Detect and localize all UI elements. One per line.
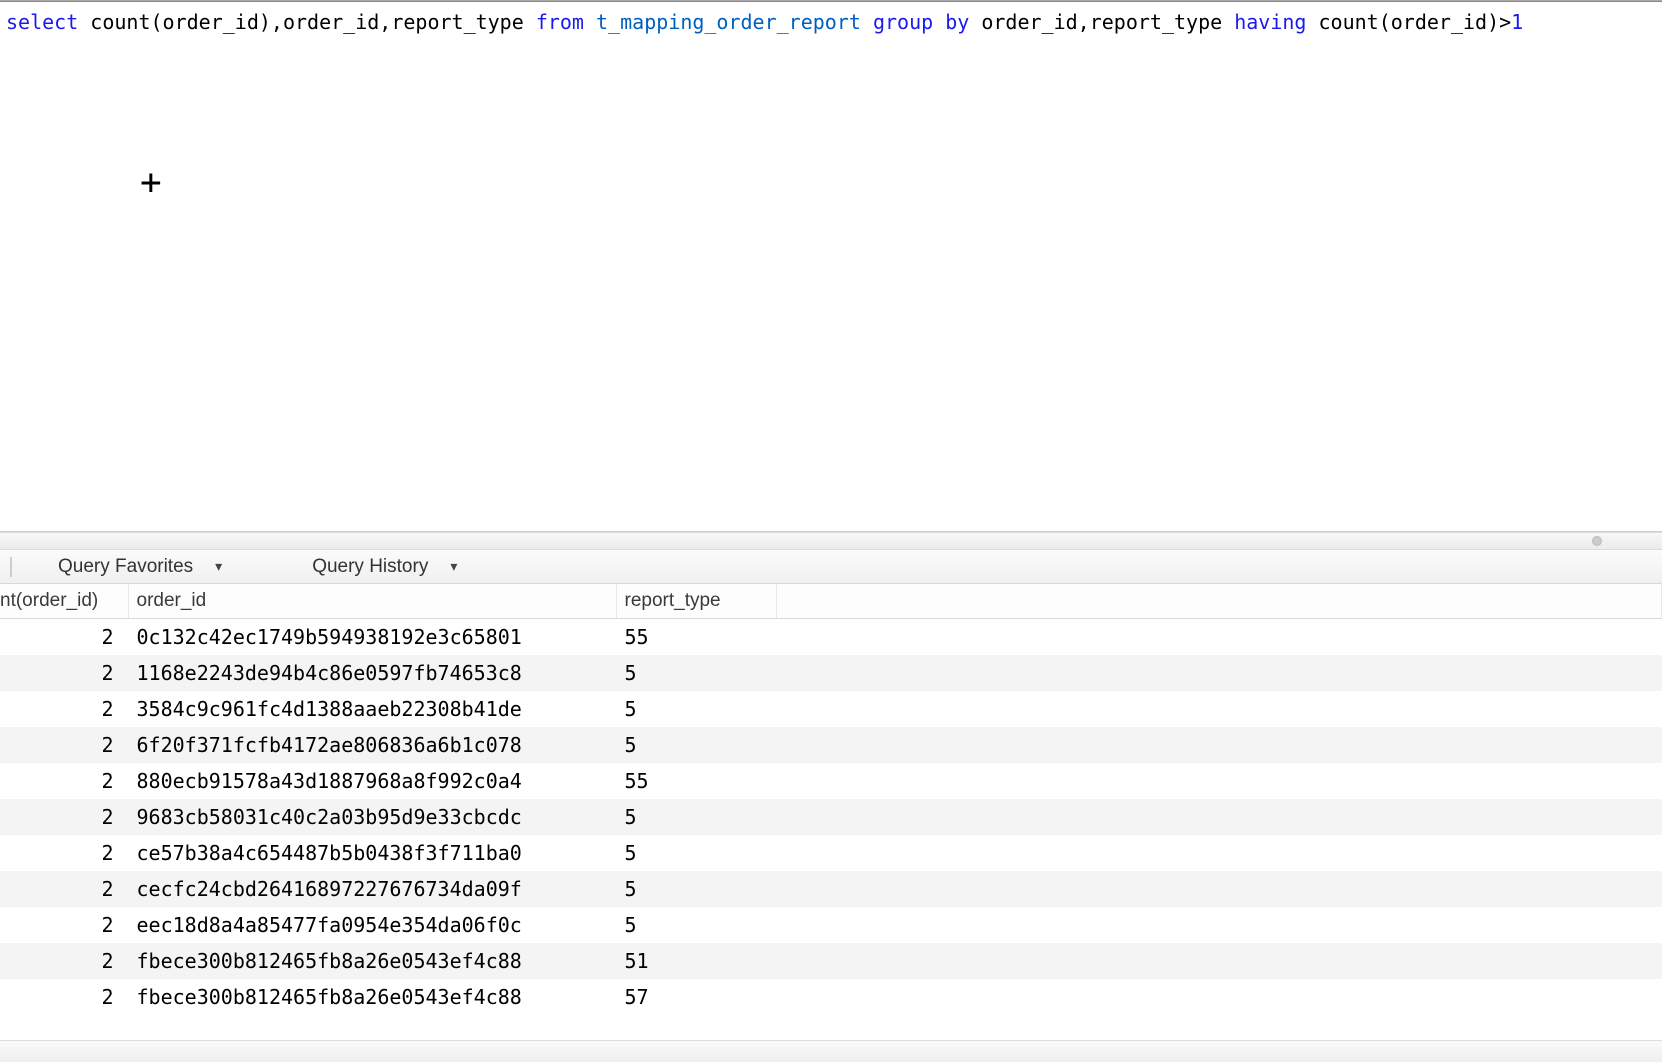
sql-text-groupcols: order_id,report_type bbox=[969, 10, 1234, 34]
toolbar-separator bbox=[10, 557, 12, 577]
cell-order-id[interactable]: 3584c9c961fc4d1388aaeb22308b41de bbox=[128, 691, 616, 727]
sql-editor[interactable]: select count(order_id),order_id,report_t… bbox=[0, 2, 1662, 532]
table-row[interactable]: 26f20f371fcfb4172ae806836a6b1c0785 bbox=[0, 727, 1662, 763]
cell-order-id[interactable]: 880ecb91578a43d1887968a8f992c0a4 bbox=[128, 763, 616, 799]
cell-report-type[interactable]: 5 bbox=[616, 691, 776, 727]
cell-count[interactable]: 2 bbox=[0, 691, 128, 727]
cell-report-type[interactable]: 5 bbox=[616, 871, 776, 907]
query-toolbar: Query Favorites ▾ Query History ▾ bbox=[0, 550, 1662, 584]
table-row[interactable]: 20c132c42ec1749b594938192e3c6580155 bbox=[0, 619, 1662, 655]
sql-num: 1 bbox=[1511, 10, 1523, 34]
table-row[interactable]: 2eec18d8a4a85477fa0954e354da06f0c5 bbox=[0, 907, 1662, 943]
cell-empty bbox=[776, 871, 1662, 907]
cell-order-id[interactable]: eec18d8a4a85477fa0954e354da06f0c bbox=[128, 907, 616, 943]
column-header-empty bbox=[776, 584, 1662, 619]
cell-report-type[interactable]: 55 bbox=[616, 619, 776, 655]
table-row[interactable]: 2fbece300b812465fb8a26e0543ef4c8851 bbox=[0, 943, 1662, 979]
column-header-order-id[interactable]: order_id bbox=[128, 584, 616, 619]
cell-order-id[interactable]: ce57b38a4c654487b5b0438f3f711ba0 bbox=[128, 835, 616, 871]
cell-report-type[interactable]: 57 bbox=[616, 979, 776, 1015]
cell-report-type[interactable]: 55 bbox=[616, 763, 776, 799]
cell-report-type[interactable]: 5 bbox=[616, 655, 776, 691]
results-table[interactable]: nt(order_id) order_id report_type 20c132… bbox=[0, 584, 1662, 1015]
sql-kw-having: having bbox=[1234, 10, 1306, 34]
cell-empty bbox=[776, 943, 1662, 979]
cell-report-type[interactable]: 5 bbox=[616, 907, 776, 943]
query-favorites-label: Query Favorites bbox=[58, 556, 193, 578]
query-history-label: Query History bbox=[312, 556, 428, 578]
sql-text-expr: count(order_id),order_id,report_type bbox=[78, 10, 536, 34]
cell-order-id[interactable]: 1168e2243de94b4c86e0597fb74653c8 bbox=[128, 655, 616, 691]
sql-kw-groupby: group by bbox=[873, 10, 969, 34]
cell-order-id[interactable]: 0c132c42ec1749b594938192e3c65801 bbox=[128, 619, 616, 655]
sql-text-table: t_mapping_order_report bbox=[584, 10, 873, 34]
pane-divider[interactable] bbox=[0, 532, 1662, 550]
cell-count[interactable]: 2 bbox=[0, 907, 128, 943]
cell-order-id[interactable]: fbece300b812465fb8a26e0543ef4c88 bbox=[128, 943, 616, 979]
cell-empty bbox=[776, 979, 1662, 1015]
table-row[interactable]: 2fbece300b812465fb8a26e0543ef4c8857 bbox=[0, 979, 1662, 1015]
cell-count[interactable]: 2 bbox=[0, 979, 128, 1015]
cell-empty bbox=[776, 799, 1662, 835]
cell-report-type[interactable]: 5 bbox=[616, 799, 776, 835]
query-favorites-button[interactable]: Query Favorites ▾ bbox=[58, 556, 222, 578]
cell-empty bbox=[776, 727, 1662, 763]
table-row[interactable]: 2cecfc24cbd26416897227676734da09f5 bbox=[0, 871, 1662, 907]
results-pane: nt(order_id) order_id report_type 20c132… bbox=[0, 584, 1662, 1062]
sql-kw-select: select bbox=[6, 10, 78, 34]
table-row[interactable]: 21168e2243de94b4c86e0597fb74653c85 bbox=[0, 655, 1662, 691]
status-bar bbox=[0, 1040, 1662, 1062]
cell-count[interactable]: 2 bbox=[0, 871, 128, 907]
cell-count[interactable]: 2 bbox=[0, 727, 128, 763]
chevron-down-icon: ▾ bbox=[215, 558, 222, 575]
table-header-row: nt(order_id) order_id report_type bbox=[0, 584, 1662, 619]
cell-empty bbox=[776, 655, 1662, 691]
table-row[interactable]: 29683cb58031c40c2a03b95d9e33cbcdc5 bbox=[0, 799, 1662, 835]
cell-count[interactable]: 2 bbox=[0, 835, 128, 871]
sql-kw-from: from bbox=[536, 10, 584, 34]
table-row[interactable]: 23584c9c961fc4d1388aaeb22308b41de5 bbox=[0, 691, 1662, 727]
cell-report-type[interactable]: 51 bbox=[616, 943, 776, 979]
cell-empty bbox=[776, 691, 1662, 727]
cell-order-id[interactable]: fbece300b812465fb8a26e0543ef4c88 bbox=[128, 979, 616, 1015]
cell-count[interactable]: 2 bbox=[0, 619, 128, 655]
divider-grip-icon bbox=[1592, 536, 1602, 546]
table-row[interactable]: 2ce57b38a4c654487b5b0438f3f711ba05 bbox=[0, 835, 1662, 871]
table-row[interactable]: 2880ecb91578a43d1887968a8f992c0a455 bbox=[0, 763, 1662, 799]
cell-order-id[interactable]: 6f20f371fcfb4172ae806836a6b1c078 bbox=[128, 727, 616, 763]
cell-empty bbox=[776, 619, 1662, 655]
query-history-button[interactable]: Query History ▾ bbox=[312, 556, 457, 578]
cell-report-type[interactable]: 5 bbox=[616, 727, 776, 763]
cell-order-id[interactable]: 9683cb58031c40c2a03b95d9e33cbcdc bbox=[128, 799, 616, 835]
chevron-down-icon: ▾ bbox=[450, 558, 457, 575]
column-header-report-type[interactable]: report_type bbox=[616, 584, 776, 619]
sql-text-havingexpr: count(order_id)> bbox=[1306, 10, 1511, 34]
cell-count[interactable]: 2 bbox=[0, 763, 128, 799]
plus-cursor-icon: + bbox=[140, 162, 162, 203]
column-header-count[interactable]: nt(order_id) bbox=[0, 584, 128, 619]
cell-count[interactable]: 2 bbox=[0, 799, 128, 835]
cell-empty bbox=[776, 835, 1662, 871]
cell-empty bbox=[776, 907, 1662, 943]
cell-empty bbox=[776, 763, 1662, 799]
cell-order-id[interactable]: cecfc24cbd26416897227676734da09f bbox=[128, 871, 616, 907]
cell-count[interactable]: 2 bbox=[0, 655, 128, 691]
cell-report-type[interactable]: 5 bbox=[616, 835, 776, 871]
cell-count[interactable]: 2 bbox=[0, 943, 128, 979]
